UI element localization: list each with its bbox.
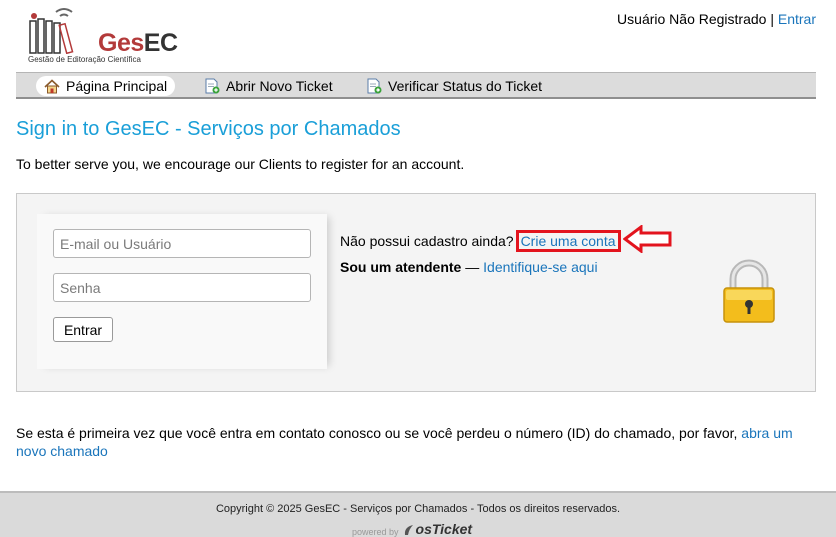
osticket-logo-icon <box>404 525 413 535</box>
register-prompt: Não possui cadastro ainda? <box>340 233 514 249</box>
agent-line: Sou um atendente — Identifique-se aqui <box>340 259 621 275</box>
login-form: Entrar <box>37 214 327 369</box>
account-info: Não possui cadastro ainda? Crie uma conta… <box>340 230 621 275</box>
new-ticket-icon <box>205 78 220 94</box>
page-title: Sign in to GesEC - Serviços por Chamados <box>16 118 401 140</box>
powered-by[interactable]: powered by osTicket <box>352 521 472 537</box>
books-logo-icon <box>29 8 74 54</box>
register-line: Não possui cadastro ainda? Crie uma conta <box>340 230 621 252</box>
nav-ticket-status[interactable]: Verificar Status do Ticket <box>358 76 550 96</box>
agent-login-link[interactable]: Identifique-se aqui <box>483 259 597 275</box>
powered-by-text: powered by <box>352 527 399 537</box>
user-status: Usuário Não Registrado <box>617 11 767 27</box>
logo-subtitle: Gestão de Editoração Científica <box>28 55 141 64</box>
osticket-brand: osTicket <box>415 521 473 537</box>
nav-home-label: Página Principal <box>66 78 168 94</box>
ticket-status-icon <box>367 78 382 94</box>
user-links: Usuário Não Registrado | Entrar <box>617 11 816 27</box>
nav-home[interactable]: Página Principal <box>36 76 176 96</box>
nav-ticket-status-label: Verificar Status do Ticket <box>388 78 543 94</box>
login-link[interactable]: Entrar <box>778 11 816 27</box>
note-text: Se esta é primeira vez que você entra em… <box>16 425 738 441</box>
intro-text: To better serve you, we encourage our Cl… <box>16 156 465 172</box>
login-panel: Entrar Não possui cadastro ainda?Crie um… <box>16 193 816 392</box>
gesec-logo[interactable]: GesEC Gestão de Editoração Científica <box>26 4 178 66</box>
agent-dash: — <box>465 259 480 275</box>
logo-title: GesEC <box>98 29 178 57</box>
create-account-link[interactable]: Crie uma conta <box>515 230 621 252</box>
lock-icon <box>723 259 775 323</box>
username-input[interactable] <box>53 229 311 258</box>
nav-new-ticket-label: Abrir Novo Ticket <box>226 78 333 94</box>
copyright-text: Copyright © 2025 GesEC - Serviços por Ch… <box>215 503 621 515</box>
main-nav: Página Principal Abrir Novo Ticket Verif… <box>16 72 816 99</box>
password-input[interactable] <box>53 273 311 302</box>
footer: Copyright © 2025 GesEC - Serviços por Ch… <box>0 491 836 537</box>
home-icon <box>44 78 60 93</box>
header: GesEC Gestão de Editoração Científica Us… <box>0 0 836 70</box>
first-contact-note: Se esta é primeira vez que você entra em… <box>16 424 816 460</box>
nav-new-ticket[interactable]: Abrir Novo Ticket <box>196 76 341 96</box>
login-submit-button[interactable]: Entrar <box>53 317 113 342</box>
arrow-left-icon <box>623 225 672 253</box>
separator: | <box>770 11 774 27</box>
agent-label: Sou um atendente <box>340 259 462 275</box>
